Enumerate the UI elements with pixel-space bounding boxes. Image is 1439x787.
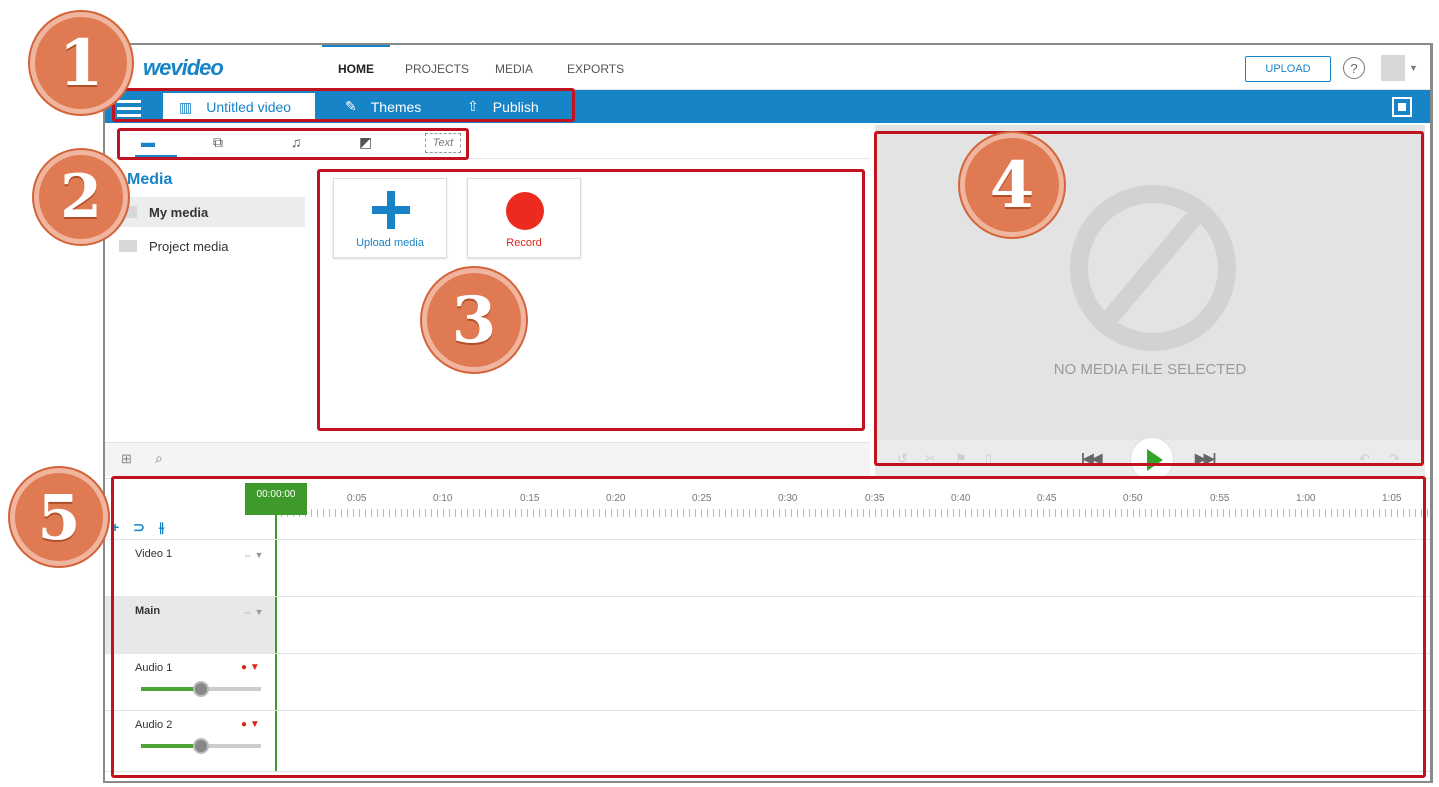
upload-button[interactable]: UPLOAD (1245, 56, 1331, 82)
nav-tab-media[interactable]: MEDIA (495, 62, 533, 76)
active-tab-indicator (322, 45, 390, 47)
annotation-badge-2: 2 (34, 150, 128, 244)
highlight-box-preview (874, 131, 1424, 466)
chevron-down-icon[interactable]: ▼ (1409, 63, 1418, 73)
search-icon[interactable]: ⌕ (155, 450, 163, 467)
highlight-box-media-area (317, 169, 865, 431)
annotation-badge-1: 1 (30, 12, 132, 114)
avatar[interactable] (1381, 55, 1405, 81)
sidebar-item-label: My media (149, 204, 209, 220)
highlight-box-toolbar (112, 88, 575, 122)
highlight-box-timeline (111, 476, 1426, 778)
nav-tab-home[interactable]: HOME (338, 62, 374, 76)
annotation-badge-5: 5 (10, 468, 108, 566)
annotation-badge-4: 4 (960, 133, 1064, 237)
highlight-box-media-tabs (117, 128, 469, 160)
help-icon[interactable]: ? (1343, 57, 1365, 79)
folder-icon (119, 240, 137, 252)
media-heading: Media (127, 171, 173, 188)
sidebar-item-my-media[interactable]: My media (119, 197, 305, 227)
logo: wevideo (143, 55, 224, 80)
sidebar-item-project-media[interactable]: Project media (119, 231, 305, 261)
import-icon[interactable]: ⊞ (121, 451, 132, 467)
sidebar-item-label: Project media (149, 238, 229, 254)
top-nav: wevideo HOME PROJECTS MEDIA EXPORTS UPLO… (105, 45, 1430, 90)
annotation-badge-3: 3 (422, 268, 526, 372)
fullscreen-icon[interactable] (1392, 97, 1412, 117)
nav-tab-exports[interactable]: EXPORTS (567, 62, 624, 76)
nav-tab-projects[interactable]: PROJECTS (405, 62, 469, 76)
media-footer: ⊞ ⌕ (105, 442, 870, 476)
